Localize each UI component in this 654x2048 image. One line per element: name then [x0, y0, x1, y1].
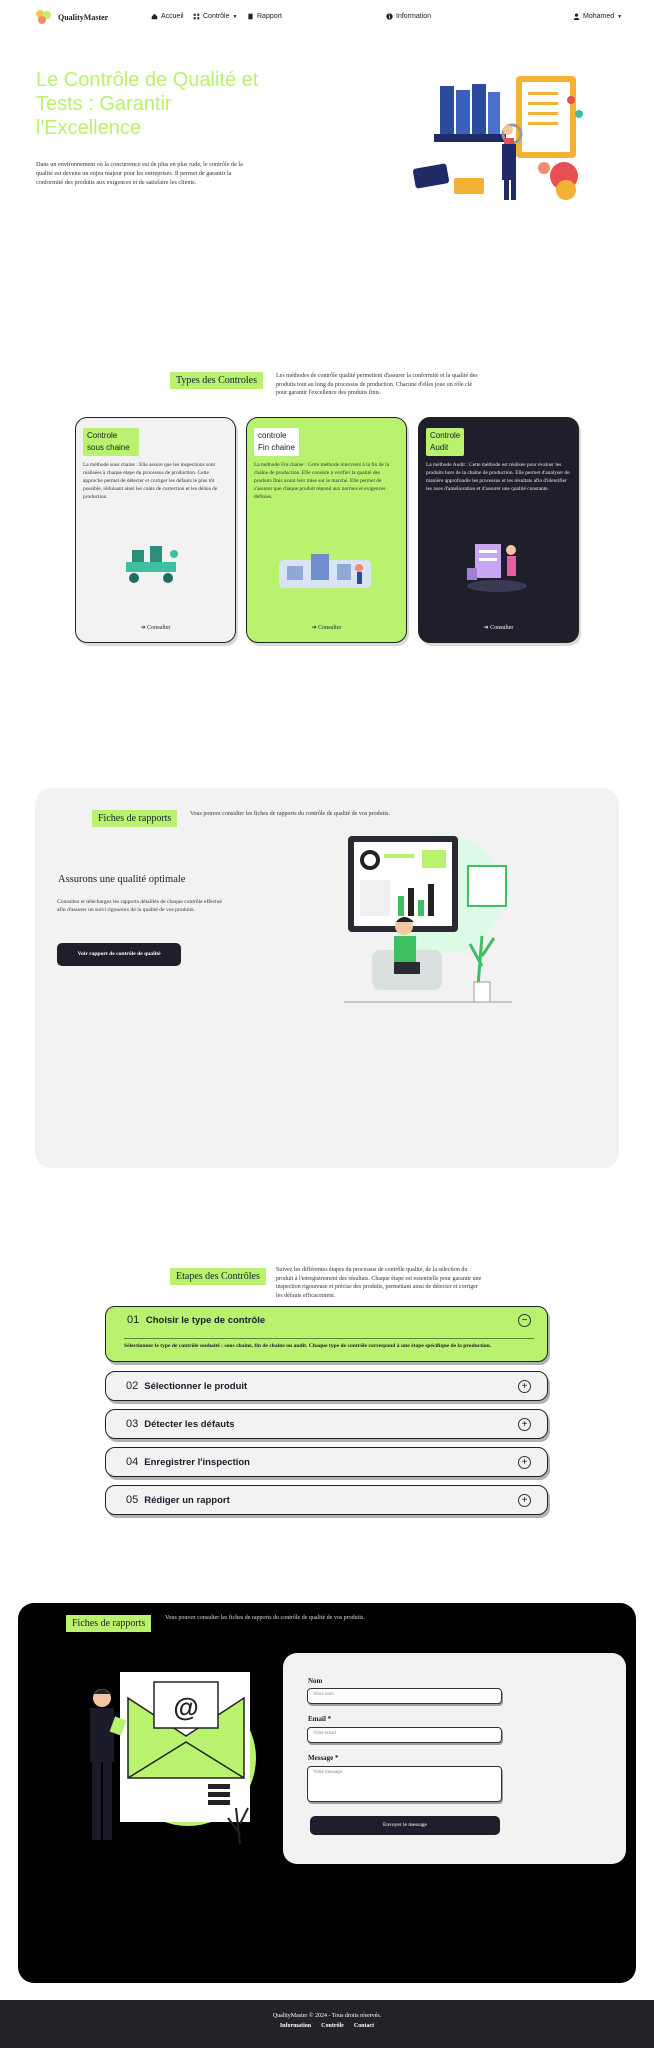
- name-input[interactable]: Votre nom: [307, 1688, 502, 1704]
- card-sous-chaine: Controle sous chaine La méthode sous cha…: [75, 417, 236, 643]
- arrow-right-icon: ➔: [140, 625, 146, 631]
- contact-form: Nom Votre nom Email * Votre email Messag…: [283, 1653, 626, 1864]
- brand-name: QualityMaster: [58, 12, 109, 22]
- hero-title: Le Contrôle de Qualité et Tests : Garant…: [36, 69, 259, 139]
- card-link-label: Consulter: [490, 625, 514, 631]
- footer-links: Information Contrôle Contact: [0, 2023, 654, 2029]
- types-section-description: Les méthodes de contrôle qualité permett…: [276, 373, 478, 396]
- grid-icon: [193, 13, 200, 20]
- card-text: La méthode Audit : Cette méthode est réa…: [426, 462, 570, 492]
- step-title: Sélectionner le produit: [144, 1380, 248, 1392]
- reports-section: [35, 788, 619, 1168]
- card-text: La méthode sous chaine : Elle assure que…: [83, 462, 218, 500]
- step-number: 04: [126, 1456, 139, 1468]
- nav-information[interactable]: Information: [386, 13, 431, 20]
- nav-controles-label: Contrôle: [203, 13, 230, 20]
- top-navbar: QualityMaster Accueil Contrôle ▼ Rapport…: [0, 0, 654, 34]
- reports-section-description: Vous pouvez consulter les fiches de rapp…: [190, 811, 390, 817]
- accordion-item[interactable]: 04 Enregistrer l'inspection +: [105, 1447, 548, 1477]
- assembly-line-illustration: [126, 546, 178, 583]
- email-illustration: @: [90, 1672, 256, 1845]
- accordion-item-open[interactable]: 01 Choisir le type de contrôle − Sélecti…: [105, 1306, 548, 1362]
- step-number: 03: [126, 1418, 139, 1430]
- hero-description: Dans un environnement où la concurrence …: [36, 161, 243, 186]
- types-section-label: Types des Controles: [170, 372, 263, 389]
- send-message-button[interactable]: Envoyer le message: [310, 1816, 500, 1835]
- document-icon: [248, 13, 253, 20]
- nav-accueil-label: Accueil: [161, 13, 184, 20]
- card-badge: Controle sous chaine: [83, 428, 139, 456]
- reports-heading: Assurons une qualité optimale: [58, 874, 186, 885]
- footer-link-information[interactable]: Information: [280, 2023, 311, 2029]
- card-audit: Controle Audit La méthode Audit : Cette …: [418, 417, 579, 643]
- factory-illustration: [279, 554, 371, 588]
- chevron-down-icon: ▼: [232, 13, 238, 20]
- accordion-item[interactable]: 03 Détecter les défauts +: [105, 1409, 548, 1439]
- card-consult-link[interactable]: ➔ Consulter: [247, 624, 406, 631]
- steps-section-description: Suivez les différentes étapes du process…: [276, 1267, 482, 1299]
- name-label: Nom: [308, 1677, 323, 1685]
- email-input[interactable]: Votre email: [307, 1727, 502, 1743]
- card-badge: controle Fin chaine: [254, 428, 299, 456]
- card-fin-chaine: controle Fin chaine La méthode Fin chain…: [246, 417, 407, 643]
- step-title: Choisir le type de contrôle: [145, 1315, 266, 1326]
- nav-rapport-label: Rapport: [257, 13, 282, 20]
- card-consult-link[interactable]: ➔ Consulter: [76, 624, 235, 631]
- logo-icon: [34, 8, 54, 26]
- nav-accueil[interactable]: Accueil: [151, 13, 184, 20]
- reports-section-label: Fiches de rapports: [92, 810, 178, 827]
- email-label: Email *: [308, 1715, 332, 1723]
- expand-icon[interactable]: +: [518, 1380, 531, 1393]
- dashboard-illustration: [344, 834, 512, 1003]
- user-name: Mohamed: [583, 13, 615, 20]
- accordion-item[interactable]: 02 Sélectionner le produit +: [105, 1371, 548, 1401]
- footer-link-contact[interactable]: Contact: [354, 2023, 374, 2029]
- steps-section-label: Etapes des Contrôles: [170, 1268, 266, 1285]
- expand-icon[interactable]: +: [518, 1494, 531, 1507]
- contact-section-description: Vous pouvez consulter les fiches de rapp…: [165, 1615, 365, 1621]
- step-title: Enregistrer l'inspection: [144, 1456, 250, 1468]
- card-consult-link[interactable]: ➔ Consulter: [419, 624, 578, 631]
- nav-rapport[interactable]: Rapport: [247, 13, 282, 20]
- card-link-label: Consulter: [318, 625, 342, 631]
- footer: QualityMaster © 2024 - Tous droits réser…: [0, 2000, 654, 2048]
- view-report-button[interactable]: Voir rapport de contrôle de qualité: [57, 943, 181, 966]
- reports-text: Consultez et téléchargez les rapports dé…: [57, 899, 222, 913]
- message-textarea[interactable]: Votre message: [307, 1766, 502, 1802]
- step-number: 05: [126, 1494, 139, 1506]
- footer-copyright: QualityMaster © 2024 - Tous droits réser…: [272, 2013, 382, 2019]
- card-text: La méthode Fin chaine : Cette méthode in…: [254, 462, 390, 500]
- accordion-item[interactable]: 05 Rédiger un rapport +: [105, 1485, 548, 1515]
- nav-controles-dropdown[interactable]: Contrôle ▼: [193, 13, 237, 20]
- expand-icon[interactable]: +: [518, 1456, 531, 1469]
- home-icon: [151, 13, 158, 20]
- message-label: Message *: [308, 1754, 339, 1762]
- svg-text:@: @: [173, 1692, 198, 1722]
- step-title: Rédiger un rapport: [144, 1494, 230, 1506]
- step-number: 01: [127, 1314, 140, 1326]
- footer-link-controle[interactable]: Contrôle: [321, 2023, 344, 2029]
- arrow-right-icon: ➔: [483, 625, 489, 631]
- collapse-icon[interactable]: −: [518, 1314, 531, 1327]
- card-badge: Controle Audit: [426, 428, 464, 456]
- expand-icon[interactable]: +: [518, 1418, 531, 1431]
- hero-illustration: [412, 76, 583, 200]
- user-menu[interactable]: Mohamed ▼: [573, 13, 622, 20]
- card-link-label: Consulter: [147, 625, 171, 631]
- user-icon: [573, 13, 580, 20]
- step-title: Détecter les défauts: [144, 1418, 235, 1430]
- info-icon: [386, 13, 393, 20]
- audit-illustration: [467, 544, 527, 592]
- contact-section-label: Fiches de rapports: [66, 1615, 152, 1632]
- step-body: Sélectionner le type de contrôle souhait…: [124, 1343, 492, 1349]
- nav-information-label: Information: [396, 13, 432, 20]
- step-number: 02: [126, 1380, 139, 1392]
- brand-logo[interactable]: QualityMaster: [34, 8, 108, 26]
- chevron-down-icon: ▼: [617, 13, 623, 20]
- arrow-right-icon: ➔: [311, 625, 317, 631]
